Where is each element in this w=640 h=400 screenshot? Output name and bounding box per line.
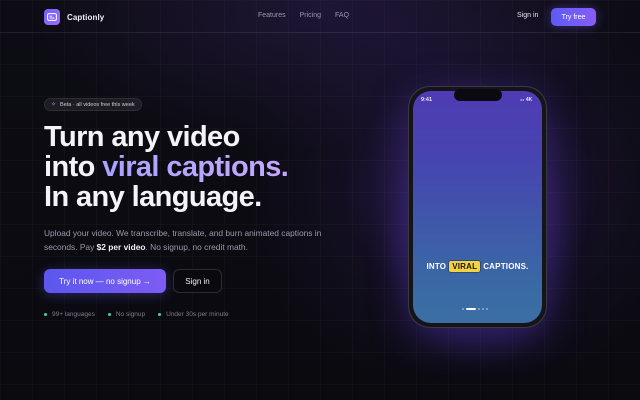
try-it-now-button[interactable]: Try it now — no signup → [44, 269, 166, 293]
caption-word: CAPTIONS. [483, 262, 529, 271]
green-dot-icon [44, 313, 47, 316]
top-nav: Captionly Features Pricing FAQ Sign in T… [0, 0, 640, 33]
phone-screen [413, 91, 542, 323]
brand[interactable]: Captionly [44, 9, 104, 25]
status-time: 9:41 [421, 97, 433, 103]
caption-word: INTO [426, 262, 447, 271]
pager-dot-active[interactable] [466, 308, 476, 310]
pager-dot[interactable] [462, 308, 464, 310]
green-dot-icon [158, 313, 162, 316]
caption-preview: INTO VIRAL CAPTIONS. [413, 261, 542, 272]
pager-dot[interactable] [478, 308, 480, 310]
green-dot-icon [107, 313, 111, 316]
beta-badge: ✧ Beta · all videos free this week [44, 98, 142, 111]
headline-accent: viral captions. [102, 151, 289, 183]
brand-name: Captionly [67, 12, 105, 22]
headline-line-2-prefix: into [44, 151, 103, 183]
nav-link-faq[interactable]: FAQ [335, 12, 349, 19]
nav-signin-link[interactable]: Sign in [517, 12, 538, 19]
sub-text-2: . No signup, no credit math. [145, 242, 248, 252]
feature-item: Under 30s per minute [158, 311, 229, 318]
feature-item: 99+ languages [44, 311, 95, 318]
headline-line-3: In any language. [44, 181, 262, 213]
try-free-button[interactable]: Try free [551, 8, 596, 26]
status-indicators: ⚏ 4K [520, 97, 533, 103]
carousel-pager [462, 308, 488, 310]
feature-label: 99+ languages [52, 311, 95, 318]
feature-label: No signup [115, 311, 146, 318]
feature-label: Under 30s per minute [166, 311, 229, 318]
feature-list: 99+ languages No signup Under 30s per mi… [44, 311, 229, 318]
captions-logo-icon [44, 9, 60, 25]
hero-headline: Turn any video into viral captions. In a… [44, 122, 364, 212]
phone-notch [454, 89, 502, 101]
beta-badge-text: Beta · all videos free this week [60, 101, 135, 108]
caption-highlight-word: VIRAL [449, 261, 481, 272]
feature-item: No signup [107, 311, 146, 318]
hero-subheading: Upload your video. We transcribe, transl… [44, 226, 334, 254]
sub-price: $2 per video [96, 242, 146, 252]
sparkle-icon: ✧ [51, 101, 57, 108]
headline-line-1: Turn any video [44, 121, 240, 153]
pager-dot[interactable] [482, 308, 484, 310]
nav-link-features[interactable]: Features [258, 12, 286, 19]
pager-dot[interactable] [486, 308, 488, 310]
nav-link-pricing[interactable]: Pricing [300, 12, 321, 19]
hero-signin-button[interactable]: Sign in [173, 269, 222, 293]
nav-links: Features Pricing FAQ [258, 12, 349, 19]
